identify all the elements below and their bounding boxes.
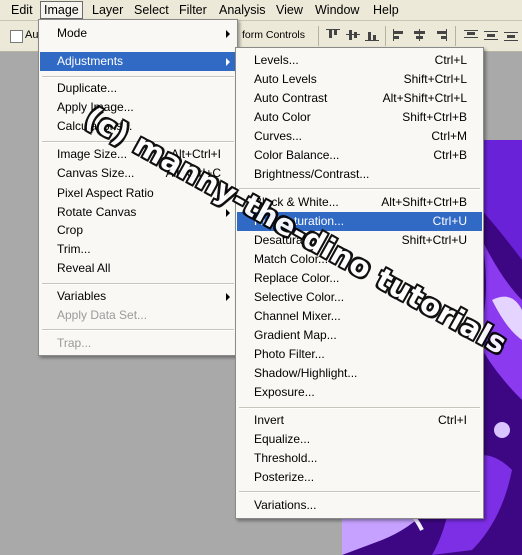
menu-item-trim[interactable]: Trim... [40, 240, 236, 259]
menu-image[interactable]: Image [40, 1, 83, 19]
menu-divider [239, 491, 480, 493]
menu-item-apply-data-set: Apply Data Set... [57, 308, 148, 322]
align-left-icon[interactable] [393, 29, 407, 41]
menu-item-auto-contrast[interactable]: Auto Contrast Alt+Shift+Ctrl+L [237, 89, 482, 108]
menu-item-apply-image[interactable]: Apply Image... [40, 98, 236, 117]
menu-item-shadow-highlight[interactable]: Shadow/Highlight... [237, 364, 482, 383]
toolbar-separator [318, 26, 319, 46]
menu-divider [42, 76, 234, 78]
menu-item-threshold[interactable]: Threshold... [237, 449, 482, 468]
menu-item-trap: Trap... [57, 336, 92, 350]
menu-view[interactable]: View [273, 2, 306, 18]
menu-item-posterize[interactable]: Posterize... [237, 468, 482, 487]
menu-item-variables[interactable]: Variables [40, 287, 236, 306]
menu-item-variations[interactable]: Variations... [237, 496, 482, 515]
distribute-vcenter-icon[interactable] [484, 29, 498, 41]
toolbar-separator [455, 26, 456, 46]
menu-window[interactable]: Window [312, 2, 362, 18]
menu-item-invert[interactable]: Invert Ctrl+I [237, 411, 482, 430]
menu-item-reveal-all[interactable]: Reveal All [40, 259, 236, 278]
menu-item-duplicate[interactable]: Duplicate... [40, 79, 236, 98]
submenu-arrow-icon [226, 30, 230, 38]
align-top-icon[interactable] [326, 29, 340, 41]
menu-divider [239, 407, 480, 409]
auto-select-label: Au [25, 29, 39, 41]
menu-item-curves[interactable]: Curves... Ctrl+M [237, 127, 482, 146]
menu-item-auto-levels[interactable]: Auto Levels Shift+Ctrl+L [237, 70, 482, 89]
auto-select-checkbox[interactable] [10, 30, 23, 43]
menu-divider [42, 329, 234, 331]
menu-item-crop[interactable]: Crop [40, 221, 236, 240]
menu-item-adjustments[interactable]: Adjustments [40, 52, 236, 71]
menu-item-photo-filter[interactable]: Photo Filter... [237, 345, 482, 364]
submenu-arrow-icon [226, 293, 230, 301]
show-transform-controls-label: form Controls [242, 29, 306, 41]
align-hcenter-icon[interactable] [413, 29, 427, 41]
align-bottom-icon[interactable] [365, 29, 379, 41]
toolbar-separator [385, 26, 386, 46]
menu-select[interactable]: Select [131, 2, 172, 18]
align-vcenter-icon[interactable] [346, 29, 360, 41]
submenu-arrow-icon [226, 58, 230, 66]
menu-divider [239, 188, 480, 190]
menu-help[interactable]: Help [370, 2, 402, 18]
menu-item-brightness-contrast[interactable]: Brightness/Contrast... [237, 165, 482, 184]
menu-item-rotate-canvas[interactable]: Rotate Canvas [40, 203, 236, 222]
menu-edit[interactable]: Edit [8, 2, 36, 18]
distribute-bottom-icon[interactable] [504, 29, 518, 41]
align-right-icon[interactable] [433, 29, 447, 41]
menu-filter[interactable]: Filter [176, 2, 210, 18]
menu-analysis[interactable]: Analysis [216, 2, 269, 18]
menu-item-auto-color[interactable]: Auto Color Shift+Ctrl+B [237, 108, 482, 127]
menu-item-mode[interactable]: Mode [40, 24, 236, 43]
distribute-top-icon[interactable] [464, 29, 478, 41]
menu-layer[interactable]: Layer [89, 2, 126, 18]
menu-item-exposure[interactable]: Exposure... [237, 383, 482, 402]
menu-divider [42, 283, 234, 285]
menu-item-color-balance[interactable]: Color Balance... Ctrl+B [237, 146, 482, 165]
menu-item-equalize[interactable]: Equalize... [237, 430, 482, 449]
menu-bar: Edit Image Layer Select Filter Analysis … [0, 0, 522, 21]
menu-item-levels[interactable]: Levels... Ctrl+L [237, 51, 482, 70]
